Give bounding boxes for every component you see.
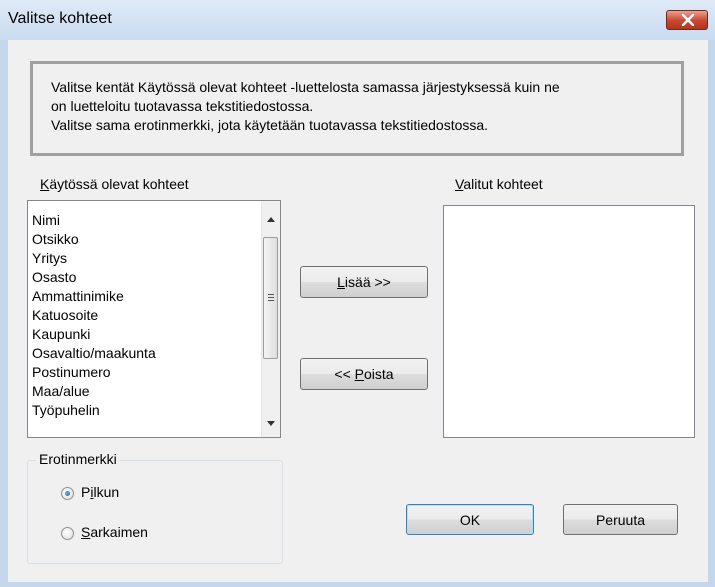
radio-selected-dot bbox=[65, 491, 70, 496]
tab-radio[interactable] bbox=[61, 527, 74, 540]
remove-button[interactable]: << Poista bbox=[300, 358, 428, 390]
list-item[interactable]: Otsikko bbox=[32, 230, 79, 249]
ok-button[interactable]: OK bbox=[406, 504, 534, 535]
selected-items-label: Valitut kohteet bbox=[455, 176, 543, 192]
instruction-line: Valitse sama erotinmerkki, jota käytetää… bbox=[51, 117, 489, 133]
list-item[interactable]: Katuosoite bbox=[32, 306, 98, 325]
list-item[interactable]: Maa/alue bbox=[32, 382, 90, 401]
scroll-down-icon[interactable] bbox=[267, 421, 275, 426]
list-item[interactable]: Yritys bbox=[32, 249, 67, 268]
list-item[interactable]: Nimi bbox=[32, 211, 60, 230]
list-item[interactable]: Ammattinimike bbox=[32, 287, 124, 306]
scroll-up-icon[interactable] bbox=[267, 217, 275, 222]
separator-group-title: Erotinmerkki bbox=[36, 451, 120, 467]
available-items-label: Käytössä olevat kohteet bbox=[40, 176, 189, 192]
comma-radio[interactable] bbox=[61, 487, 74, 500]
add-button[interactable]: Lisää >> bbox=[300, 266, 428, 298]
separator-group: Erotinmerkki Pilkun Sarkaimen bbox=[27, 451, 283, 564]
title-bar[interactable]: Valitse kohteet bbox=[0, 0, 715, 40]
instruction-line: Valitse kentät Käytössä olevat kohteet -… bbox=[51, 79, 560, 95]
close-icon bbox=[681, 14, 695, 26]
comma-radio-label[interactable]: Pilkun bbox=[81, 484, 119, 500]
instruction-line: on luetteloitu tuotavassa tekstitiedosto… bbox=[51, 98, 314, 114]
vertical-scrollbar[interactable] bbox=[261, 201, 280, 437]
window-frame-bottom bbox=[0, 582, 715, 587]
available-items-list[interactable]: Nimi Otsikko Yritys Osasto Ammattinimike… bbox=[27, 200, 281, 438]
list-item[interactable]: Osavaltio/maakunta bbox=[32, 344, 156, 363]
list-item[interactable]: Postinumero bbox=[32, 363, 111, 382]
dialog-content: Valitse kentät Käytössä olevat kohteet -… bbox=[8, 40, 708, 582]
instructions-panel: Valitse kentät Käytössä olevat kohteet -… bbox=[30, 61, 684, 156]
selected-items-list[interactable] bbox=[443, 205, 695, 438]
window-title: Valitse kohteet bbox=[8, 10, 112, 27]
list-item[interactable]: Kaupunki bbox=[32, 325, 90, 344]
list-item[interactable]: Osasto bbox=[32, 268, 76, 287]
close-button[interactable] bbox=[666, 10, 708, 30]
scroll-thumb[interactable] bbox=[263, 237, 278, 359]
cancel-button[interactable]: Peruuta bbox=[563, 504, 678, 535]
tab-radio-label[interactable]: Sarkaimen bbox=[81, 524, 148, 540]
list-item[interactable]: Työpuhelin bbox=[32, 401, 100, 420]
dialog-window: Valitse kohteet Valitse kentät Käytössä … bbox=[0, 0, 715, 587]
